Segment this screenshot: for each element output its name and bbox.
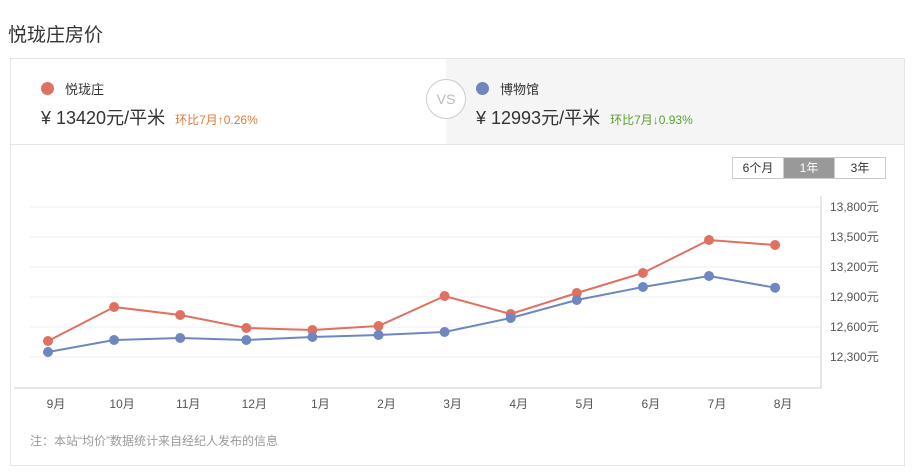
data-point <box>109 335 120 345</box>
y-tick-label: 12,300元 <box>830 350 879 364</box>
x-tick-label: 3月 <box>443 397 462 411</box>
data-point <box>307 332 318 342</box>
data-point <box>571 295 582 305</box>
x-tick-label: 2月 <box>377 397 396 411</box>
data-point <box>109 302 120 312</box>
data-point <box>637 268 648 278</box>
data-point <box>770 282 781 293</box>
x-tick-label: 10月 <box>109 397 134 411</box>
x-tick-label: 4月 <box>509 397 528 411</box>
data-point <box>770 240 781 250</box>
data-point <box>373 330 384 340</box>
x-tick-label: 9月 <box>47 397 66 411</box>
y-tick-label: 13,800元 <box>830 200 879 214</box>
data-point <box>43 336 53 346</box>
x-tick-label: 5月 <box>575 397 594 411</box>
x-tick-label: 12月 <box>242 397 267 411</box>
price-line-chart: 13,800元 13,500元 13,200元 12,900元 12,600元 12,30… <box>14 196 879 411</box>
y-tick-label: 13,500元 <box>830 230 879 244</box>
data-point <box>241 323 252 333</box>
series-line <box>47 238 776 342</box>
data-point <box>439 327 450 337</box>
x-tick-label: 11月 <box>176 397 200 411</box>
data-point <box>241 335 252 345</box>
data-point <box>373 321 384 331</box>
y-tick-label: 12,900元 <box>830 290 879 304</box>
footnote: 注：本站“均价”数据统计来自经纪人发布的信息 <box>30 434 278 448</box>
data-point <box>637 282 648 292</box>
data-point <box>43 347 53 357</box>
data-point <box>439 291 450 301</box>
y-tick-label: 13,200元 <box>830 260 879 274</box>
y-tick-label: 12,600元 <box>830 320 879 334</box>
data-point <box>175 333 186 343</box>
data-point <box>704 271 714 281</box>
x-tick-label: 8月 <box>774 397 793 411</box>
data-point <box>505 313 516 323</box>
data-point <box>704 235 714 245</box>
x-tick-label: 7月 <box>708 397 727 411</box>
data-point <box>175 310 186 320</box>
series-line <box>47 274 776 353</box>
x-tick-label: 1月 <box>311 397 330 411</box>
x-tick-label: 6月 <box>642 397 661 411</box>
